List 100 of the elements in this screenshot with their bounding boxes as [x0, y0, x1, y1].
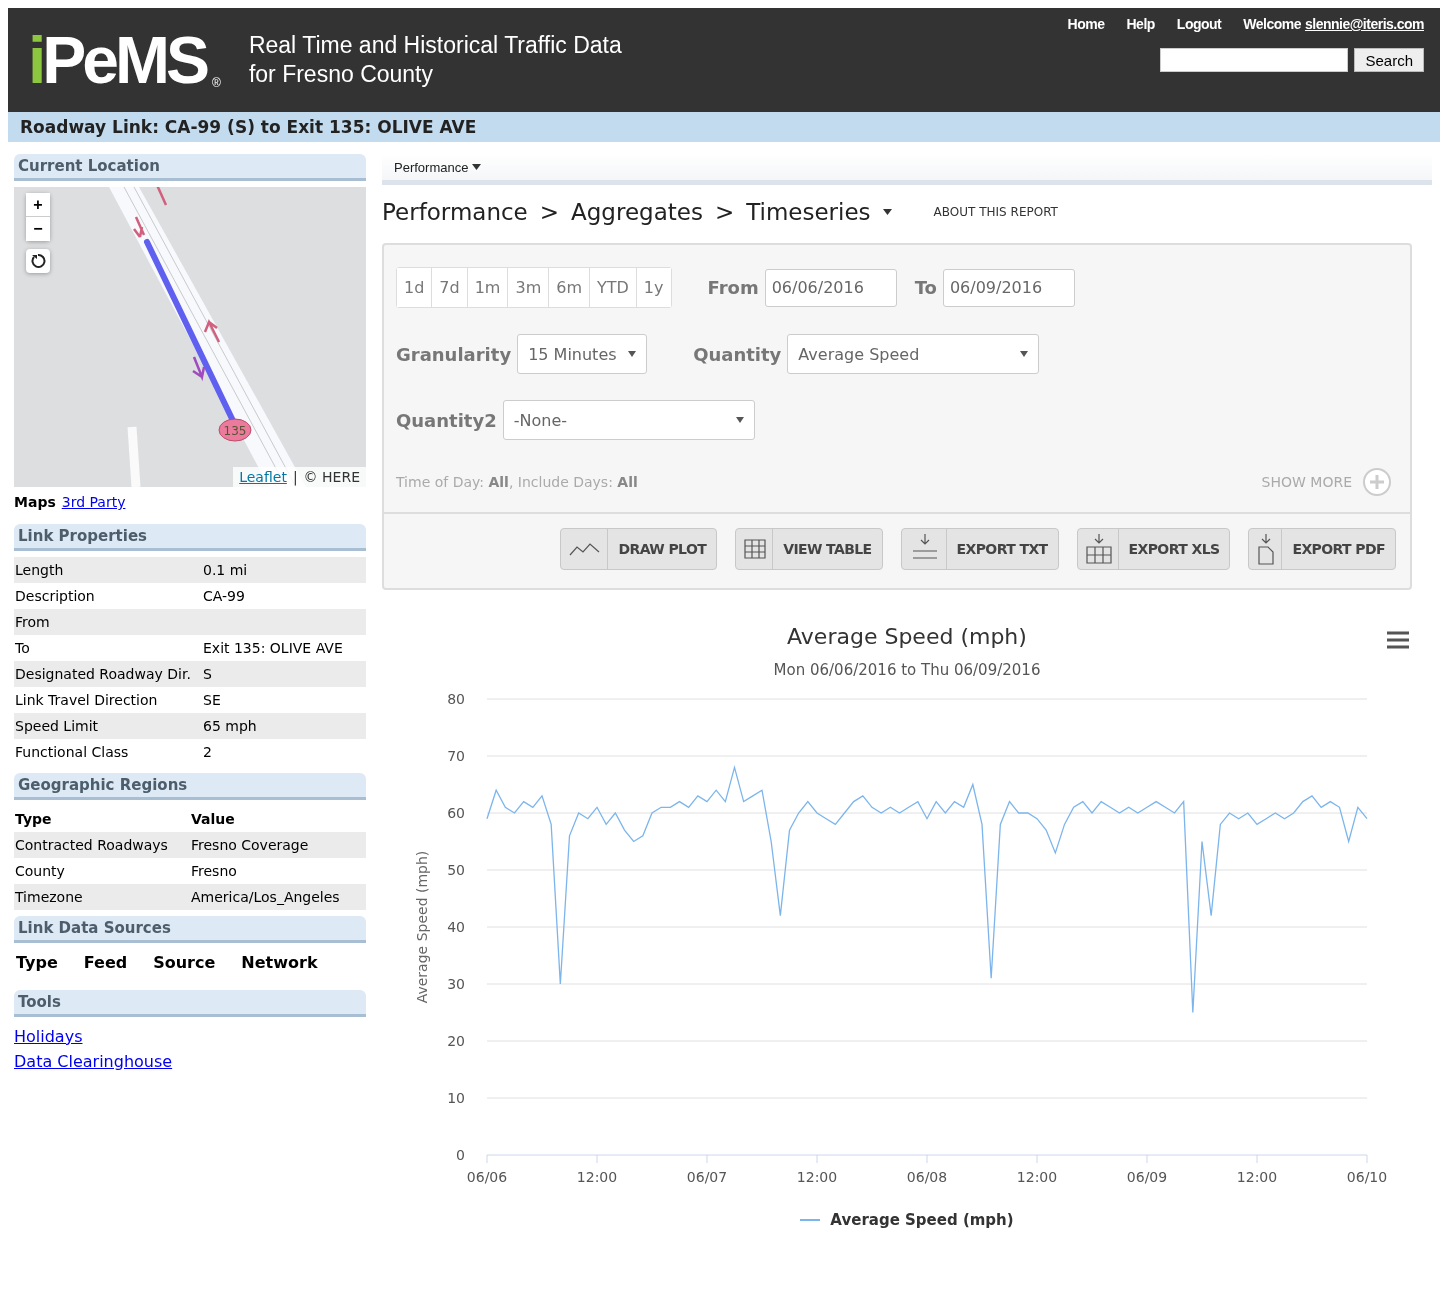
page-title: Roadway Link: CA-99 (S) to Exit 135: OLIVE AVE: [8, 112, 1440, 142]
action-button[interactable]: EXPORT TXT: [900, 528, 1059, 570]
filter-summary: Time of Day: All, Include Days: All: [396, 474, 638, 490]
reset-view-button[interactable]: [26, 249, 50, 273]
breadcrumb-item[interactable]: Performance: [382, 199, 528, 225]
menu-icon: [1386, 630, 1410, 650]
site-title: Real Time and Historical Traffic Data for Fresno County: [248, 31, 623, 89]
property-value: SE: [202, 691, 222, 709]
table-cell-text: Timezone: [14, 888, 84, 906]
welcome-text: Welcome slennie@iteris.com: [1243, 16, 1424, 32]
property-value: 2: [202, 743, 213, 761]
to-date-field[interactable]: 06/09/2016: [942, 268, 1075, 307]
property-value: CA-99: [202, 587, 246, 605]
y-tick-label: 60: [447, 805, 465, 821]
breadcrumb-item: Timeseries: [746, 199, 871, 225]
y-tick-label: 0: [456, 1147, 465, 1163]
ipems-logo: iPeMS®: [28, 27, 221, 93]
property-label: Length: [14, 561, 65, 579]
nav-link[interactable]: Home: [1067, 16, 1105, 32]
x-tick-label: 06/10: [1346, 1169, 1388, 1185]
breadcrumb-separator: >: [539, 199, 560, 225]
y-tick-label: 10: [447, 1090, 465, 1106]
y-tick-label: 70: [447, 748, 465, 764]
table-cell-text: County: [14, 862, 66, 880]
plus-circle-icon: [1362, 467, 1392, 497]
caret-icon: [472, 164, 482, 170]
nav-link[interactable]: Logout: [1176, 16, 1222, 32]
about-report-link[interactable]: ABOUT THIS REPORT: [933, 205, 1058, 219]
grid-icon: [744, 539, 767, 559]
section-heading: Current Location: [14, 154, 366, 181]
tool-link[interactable]: Holidays: [14, 1027, 83, 1046]
search-button[interactable]: Search: [1354, 48, 1424, 72]
field-label: Quantity2: [396, 409, 497, 431]
action-button[interactable]: DRAW PLOT: [560, 528, 718, 570]
legend-line: [800, 1218, 821, 1222]
y-tick-label: 30: [447, 976, 465, 992]
property-label: To: [14, 639, 31, 657]
map-attribution: © HERE: [303, 469, 360, 485]
zoom-in-button[interactable]: +: [26, 193, 50, 217]
x-tick-label: 06/08: [906, 1169, 948, 1185]
maps-label: Maps: [14, 494, 56, 510]
zoom-out-button[interactable]: −: [26, 217, 50, 241]
line-graph-icon: [569, 541, 602, 557]
breadcrumb-item[interactable]: Aggregates: [571, 199, 703, 225]
attribution-separator: |: [292, 469, 298, 485]
column-header: Source: [153, 953, 216, 972]
x-tick-label: 12:00: [576, 1169, 618, 1185]
leaflet-link[interactable]: Leaflet: [239, 469, 287, 485]
table-cell-text: America/Los_Angeles: [190, 888, 341, 906]
property-label: From: [14, 613, 51, 631]
y-tick-label: 20: [447, 1033, 465, 1049]
action-button[interactable]: VIEW TABLE: [735, 528, 883, 570]
download-document-icon: [1257, 533, 1276, 565]
table-cell-text: Fresno: [190, 862, 238, 880]
field-label: Granularity: [396, 343, 512, 365]
from-date-field[interactable]: 06/06/2016: [764, 268, 897, 307]
y-tick-label: 80: [447, 691, 465, 707]
performance-menu[interactable]: Performance: [394, 159, 482, 175]
column-header: Value: [190, 810, 236, 828]
range-button[interactable]: 1y: [635, 268, 671, 307]
property-value: 65 mph: [202, 717, 258, 735]
action-button[interactable]: EXPORT XLS: [1076, 528, 1231, 570]
property-label: Speed Limit: [14, 717, 100, 735]
search-field[interactable]: [1160, 48, 1349, 72]
y-tick-label: 40: [447, 919, 465, 935]
legend-label[interactable]: Average Speed (mph): [830, 1211, 1014, 1229]
section-heading: Geographic Regions: [14, 773, 366, 800]
section-heading: Link Properties: [14, 524, 366, 551]
quantity-select[interactable]: Average Speed: [787, 334, 1040, 374]
y-tick-label: 50: [447, 862, 465, 878]
x-tick-label: 12:00: [1016, 1169, 1058, 1185]
table-cell-text: Fresno Coverage: [190, 836, 310, 854]
caret-icon: [735, 417, 744, 423]
caret-icon: [1020, 351, 1029, 357]
x-tick-label: 06/06: [466, 1169, 508, 1185]
breadcrumb-separator: >: [714, 199, 735, 225]
download-grid-icon: [1085, 533, 1112, 565]
granularity-select[interactable]: 15 Minutes: [517, 334, 648, 374]
quantity2-select[interactable]: -None-: [502, 400, 755, 440]
field-label: To: [914, 277, 937, 298]
property-label: Designated Roadway Dir.: [14, 665, 192, 683]
caret-icon: [882, 209, 892, 215]
property-value: 0.1 mi: [202, 561, 249, 579]
table-cell-text: Contracted Roadways: [14, 836, 169, 854]
user-email-link[interactable]: slennie@iteris.com: [1304, 16, 1424, 32]
nav-link[interactable]: Help: [1126, 16, 1155, 32]
x-tick-label: 06/07: [686, 1169, 728, 1185]
chart-title: Average Speed (mph): [787, 624, 1027, 649]
property-value: Exit 135: OLIVE AVE: [202, 639, 344, 657]
chart-subtitle: Mon 06/06/2016 to Thu 06/09/2016: [773, 661, 1041, 679]
action-button[interactable]: EXPORT PDF: [1248, 528, 1396, 570]
x-tick-label: 06/09: [1126, 1169, 1168, 1185]
third-party-link[interactable]: 3rd Party: [61, 494, 126, 510]
reset-icon: [30, 253, 46, 269]
map[interactable]: 135 + − Leaflet | © HERE: [14, 187, 366, 487]
column-header: Feed: [83, 953, 128, 972]
field-label: From: [707, 277, 759, 298]
property-label: Link Travel Direction: [14, 691, 159, 709]
property-value: S: [202, 665, 213, 683]
tool-link[interactable]: Data Clearinghouse: [14, 1052, 173, 1071]
